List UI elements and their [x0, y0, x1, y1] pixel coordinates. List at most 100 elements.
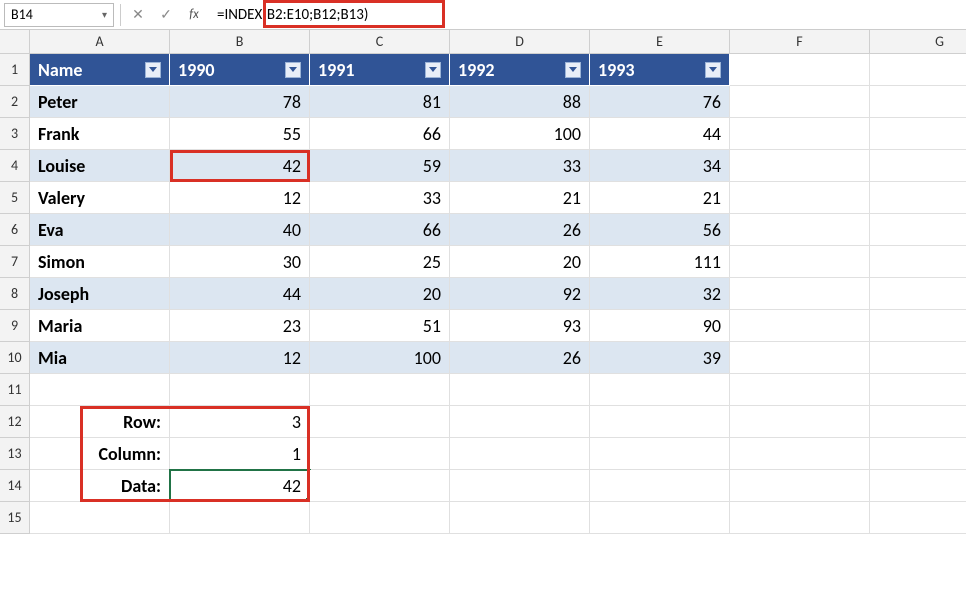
table-cell[interactable]: 44 — [170, 278, 310, 310]
cell[interactable] — [590, 406, 730, 438]
table-cell[interactable]: 33 — [450, 150, 590, 182]
cell[interactable] — [310, 374, 450, 406]
table-row-name[interactable]: Mia — [30, 342, 170, 374]
col-header-D[interactable]: D — [450, 30, 590, 54]
cell[interactable] — [870, 502, 966, 534]
cell[interactable] — [870, 342, 966, 374]
cell[interactable] — [310, 438, 450, 470]
cell[interactable] — [730, 150, 870, 182]
table-row-name[interactable]: Maria — [30, 310, 170, 342]
table-cell[interactable]: 42 — [170, 150, 310, 182]
cell[interactable] — [870, 118, 966, 150]
filter-icon[interactable] — [565, 62, 581, 78]
cell[interactable] — [310, 406, 450, 438]
table-cell[interactable]: 20 — [450, 246, 590, 278]
table-row-name[interactable]: Valery — [30, 182, 170, 214]
table-cell[interactable]: 100 — [310, 342, 450, 374]
table-cell[interactable]: 23 — [170, 310, 310, 342]
row-header-8[interactable]: 8 — [0, 278, 30, 310]
lookup-row-value[interactable]: 3 — [170, 406, 310, 438]
cell[interactable] — [450, 470, 590, 502]
cell[interactable] — [870, 470, 966, 502]
filter-icon[interactable] — [285, 62, 301, 78]
cell[interactable] — [310, 470, 450, 502]
cell[interactable] — [170, 502, 310, 534]
cell[interactable] — [450, 406, 590, 438]
cell[interactable] — [730, 246, 870, 278]
cell[interactable] — [870, 310, 966, 342]
table-header-1992[interactable]: 1992 — [450, 54, 590, 86]
cell[interactable] — [590, 374, 730, 406]
table-cell[interactable]: 51 — [310, 310, 450, 342]
row-header-9[interactable]: 9 — [0, 310, 30, 342]
cell[interactable] — [730, 118, 870, 150]
table-cell[interactable]: 66 — [310, 118, 450, 150]
table-cell[interactable]: 25 — [310, 246, 450, 278]
table-row-name[interactable]: Peter — [30, 86, 170, 118]
cell[interactable] — [730, 406, 870, 438]
cell[interactable] — [730, 86, 870, 118]
table-header-name[interactable]: Name — [30, 54, 170, 86]
table-cell[interactable]: 30 — [170, 246, 310, 278]
filter-icon[interactable] — [425, 62, 441, 78]
cell[interactable] — [870, 86, 966, 118]
col-header-C[interactable]: C — [310, 30, 450, 54]
lookup-column-label[interactable]: Column: — [30, 438, 170, 470]
table-cell[interactable]: 21 — [590, 182, 730, 214]
cell[interactable] — [310, 502, 450, 534]
row-header-14[interactable]: 14 — [0, 470, 30, 502]
table-cell[interactable]: 12 — [170, 342, 310, 374]
lookup-column-value[interactable]: 1 — [170, 438, 310, 470]
row-header-15[interactable]: 15 — [0, 502, 30, 534]
chevron-down-icon[interactable]: ▾ — [102, 8, 107, 21]
cell[interactable] — [30, 502, 170, 534]
col-header-B[interactable]: B — [170, 30, 310, 54]
table-cell[interactable]: 33 — [310, 182, 450, 214]
row-header-13[interactable]: 13 — [0, 438, 30, 470]
table-cell[interactable]: 88 — [450, 86, 590, 118]
lookup-data-label[interactable]: Data: — [30, 470, 170, 502]
cell[interactable] — [730, 278, 870, 310]
cell[interactable] — [870, 182, 966, 214]
cell[interactable] — [870, 150, 966, 182]
cell[interactable] — [590, 502, 730, 534]
cell[interactable] — [730, 54, 870, 86]
cancel-icon[interactable]: ✕ — [127, 4, 149, 26]
col-header-E[interactable]: E — [590, 30, 730, 54]
enter-icon[interactable]: ✓ — [155, 4, 177, 26]
row-header-5[interactable]: 5 — [0, 182, 30, 214]
row-header-11[interactable]: 11 — [0, 374, 30, 406]
table-row-name[interactable]: Louise — [30, 150, 170, 182]
name-box[interactable]: B14 ▾ — [4, 3, 114, 27]
table-row-name[interactable]: Frank — [30, 118, 170, 150]
cell[interactable] — [870, 438, 966, 470]
col-header-G[interactable]: G — [870, 30, 966, 54]
table-cell[interactable]: 12 — [170, 182, 310, 214]
table-cell[interactable]: 59 — [310, 150, 450, 182]
table-cell[interactable]: 81 — [310, 86, 450, 118]
table-cell[interactable]: 26 — [450, 342, 590, 374]
table-cell[interactable]: 76 — [590, 86, 730, 118]
select-all-corner[interactable] — [0, 30, 30, 54]
table-cell[interactable]: 40 — [170, 214, 310, 246]
filter-icon[interactable] — [705, 62, 721, 78]
table-cell[interactable]: 66 — [310, 214, 450, 246]
table-row-name[interactable]: Joseph — [30, 278, 170, 310]
table-cell[interactable]: 26 — [450, 214, 590, 246]
row-header-1[interactable]: 1 — [0, 54, 30, 86]
row-header-7[interactable]: 7 — [0, 246, 30, 278]
cell[interactable] — [870, 374, 966, 406]
cell[interactable] — [30, 374, 170, 406]
cell[interactable] — [730, 470, 870, 502]
table-header-1991[interactable]: 1991 — [310, 54, 450, 86]
table-cell[interactable]: 78 — [170, 86, 310, 118]
row-header-10[interactable]: 10 — [0, 342, 30, 374]
cell[interactable] — [450, 374, 590, 406]
table-cell[interactable]: 39 — [590, 342, 730, 374]
table-cell[interactable]: 92 — [450, 278, 590, 310]
cell[interactable] — [590, 438, 730, 470]
table-cell[interactable]: 55 — [170, 118, 310, 150]
cell[interactable] — [450, 502, 590, 534]
table-header-1990[interactable]: 1990 — [170, 54, 310, 86]
cell[interactable] — [170, 374, 310, 406]
